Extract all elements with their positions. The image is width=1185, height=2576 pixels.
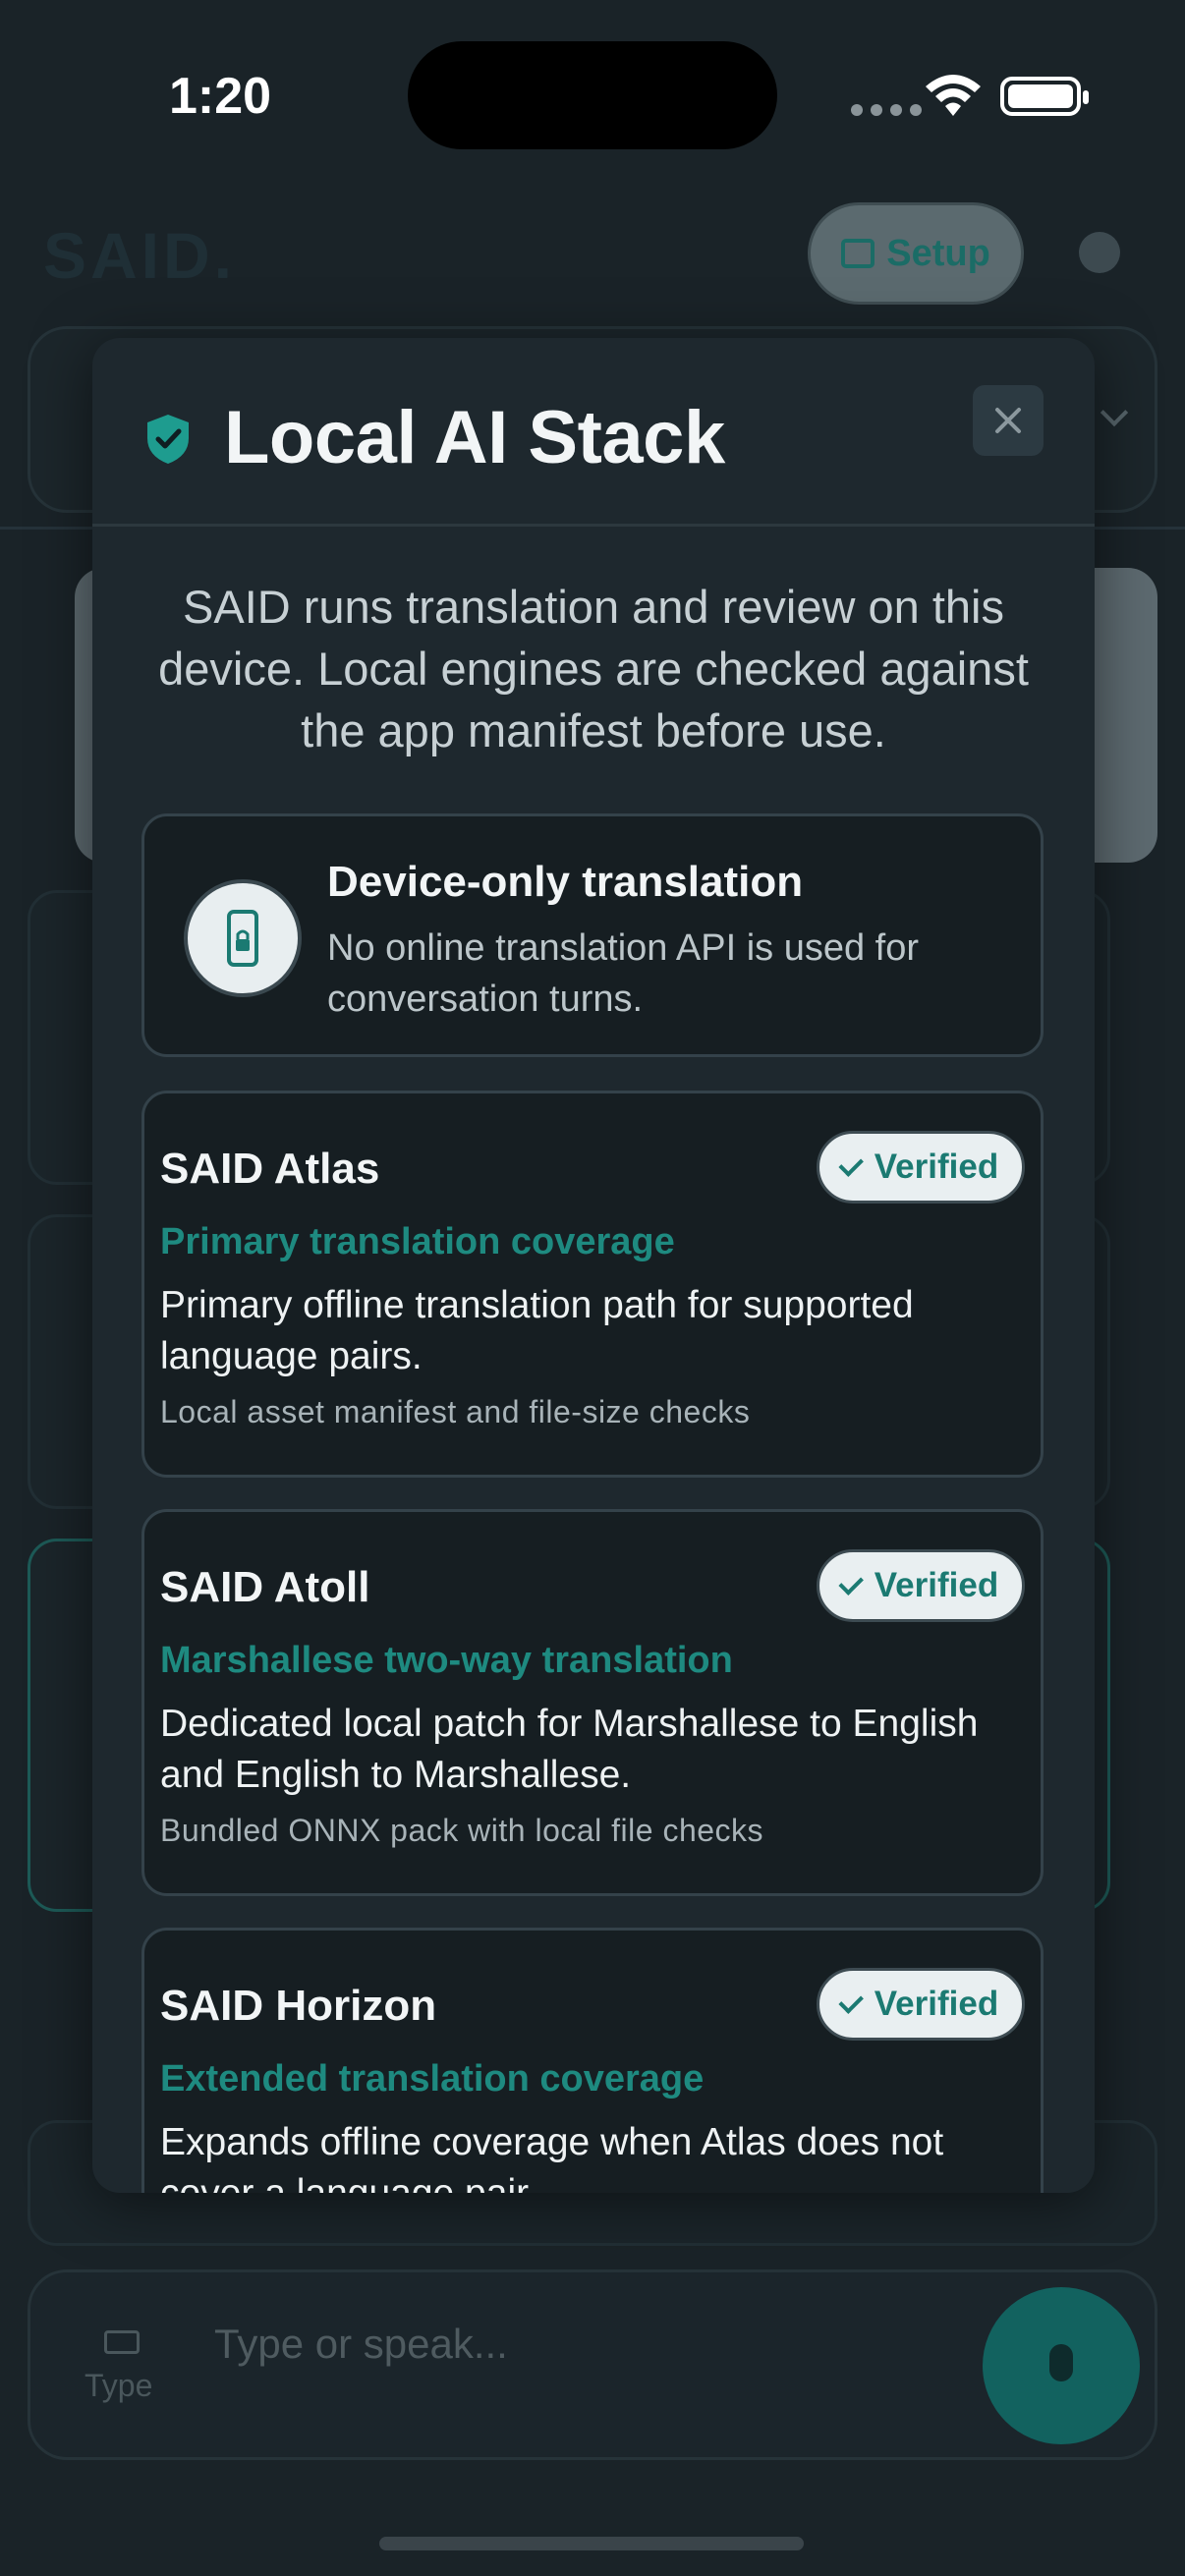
engine-description: Dedicated local patch for Marshallese to… bbox=[160, 1703, 979, 1796]
verified-label: Verified bbox=[874, 1985, 999, 2023]
engine-description: Expands offline coverage when Atlas does… bbox=[160, 2121, 944, 2193]
verified-label: Verified bbox=[874, 1566, 999, 1604]
device-badge bbox=[184, 879, 302, 997]
engine-tag: Marshallese two-way translation bbox=[160, 1640, 733, 1681]
check-icon bbox=[838, 1151, 864, 1177]
type-label: Type bbox=[85, 2368, 153, 2403]
engine-note: Bundled ONNX pack with local file checks bbox=[160, 1813, 764, 1848]
phone-lock-icon bbox=[227, 910, 258, 967]
setup-button[interactable]: Setup bbox=[808, 202, 1024, 305]
wifi-icon bbox=[926, 75, 981, 116]
verified-label: Verified bbox=[874, 1148, 999, 1186]
battery-icon bbox=[1000, 77, 1089, 116]
engine-description: Primary offline translation path for sup… bbox=[160, 1284, 914, 1377]
engine-card-horizon: SAID Horizon Verified Extended translati… bbox=[141, 1928, 1044, 2193]
verified-badge: Verified bbox=[817, 1131, 1025, 1204]
close-button[interactable] bbox=[973, 385, 1044, 456]
verified-badge: Verified bbox=[817, 1549, 1025, 1622]
close-icon bbox=[995, 408, 1021, 433]
add-chat-icon bbox=[841, 239, 875, 268]
local-ai-stack-modal: Local AI Stack SAID runs translation and… bbox=[92, 338, 1095, 2193]
message-input[interactable]: Type or speak... bbox=[214, 2321, 508, 2368]
engine-tag: Extended translation coverage bbox=[160, 2058, 705, 2100]
engine-card-atoll: SAID Atoll Verified Marshallese two-way … bbox=[141, 1509, 1044, 1896]
cellular-signal-icon bbox=[851, 104, 922, 116]
engine-card-atlas: SAID Atlas Verified Primary translation … bbox=[141, 1091, 1044, 1478]
status-time: 1:20 bbox=[169, 68, 272, 125]
status-bar: 1:20 bbox=[0, 0, 1185, 187]
engine-tag: Primary translation coverage bbox=[160, 1221, 675, 1262]
engine-name: SAID Atoll bbox=[160, 1563, 370, 1611]
shield-check-icon bbox=[147, 415, 189, 464]
intro-text: SAID runs translation and review on this… bbox=[158, 581, 1029, 756]
app-logo: SAID. bbox=[43, 219, 237, 292]
keyboard-icon[interactable] bbox=[104, 2330, 140, 2354]
microphone-icon bbox=[1049, 2344, 1073, 2381]
engine-name: SAID Horizon bbox=[160, 1982, 437, 2030]
check-icon bbox=[838, 1988, 864, 2014]
check-icon bbox=[838, 1570, 864, 1596]
modal-title: Local AI Stack bbox=[224, 396, 725, 479]
verified-badge: Verified bbox=[817, 1968, 1025, 2041]
dynamic-island bbox=[408, 41, 777, 149]
modal-header: Local AI Stack bbox=[92, 338, 1095, 527]
device-card-description: No online translation API is used for co… bbox=[327, 927, 920, 1020]
home-indicator bbox=[379, 2537, 804, 2550]
engine-note: Local asset manifest and file-size check… bbox=[160, 1394, 751, 1429]
engine-name: SAID Atlas bbox=[160, 1145, 380, 1193]
device-card-title: Device-only translation bbox=[327, 858, 804, 906]
gear-icon[interactable] bbox=[1079, 232, 1120, 273]
device-only-card: Device-only translation No online transl… bbox=[141, 813, 1044, 1057]
setup-button-label: Setup bbox=[886, 232, 990, 274]
